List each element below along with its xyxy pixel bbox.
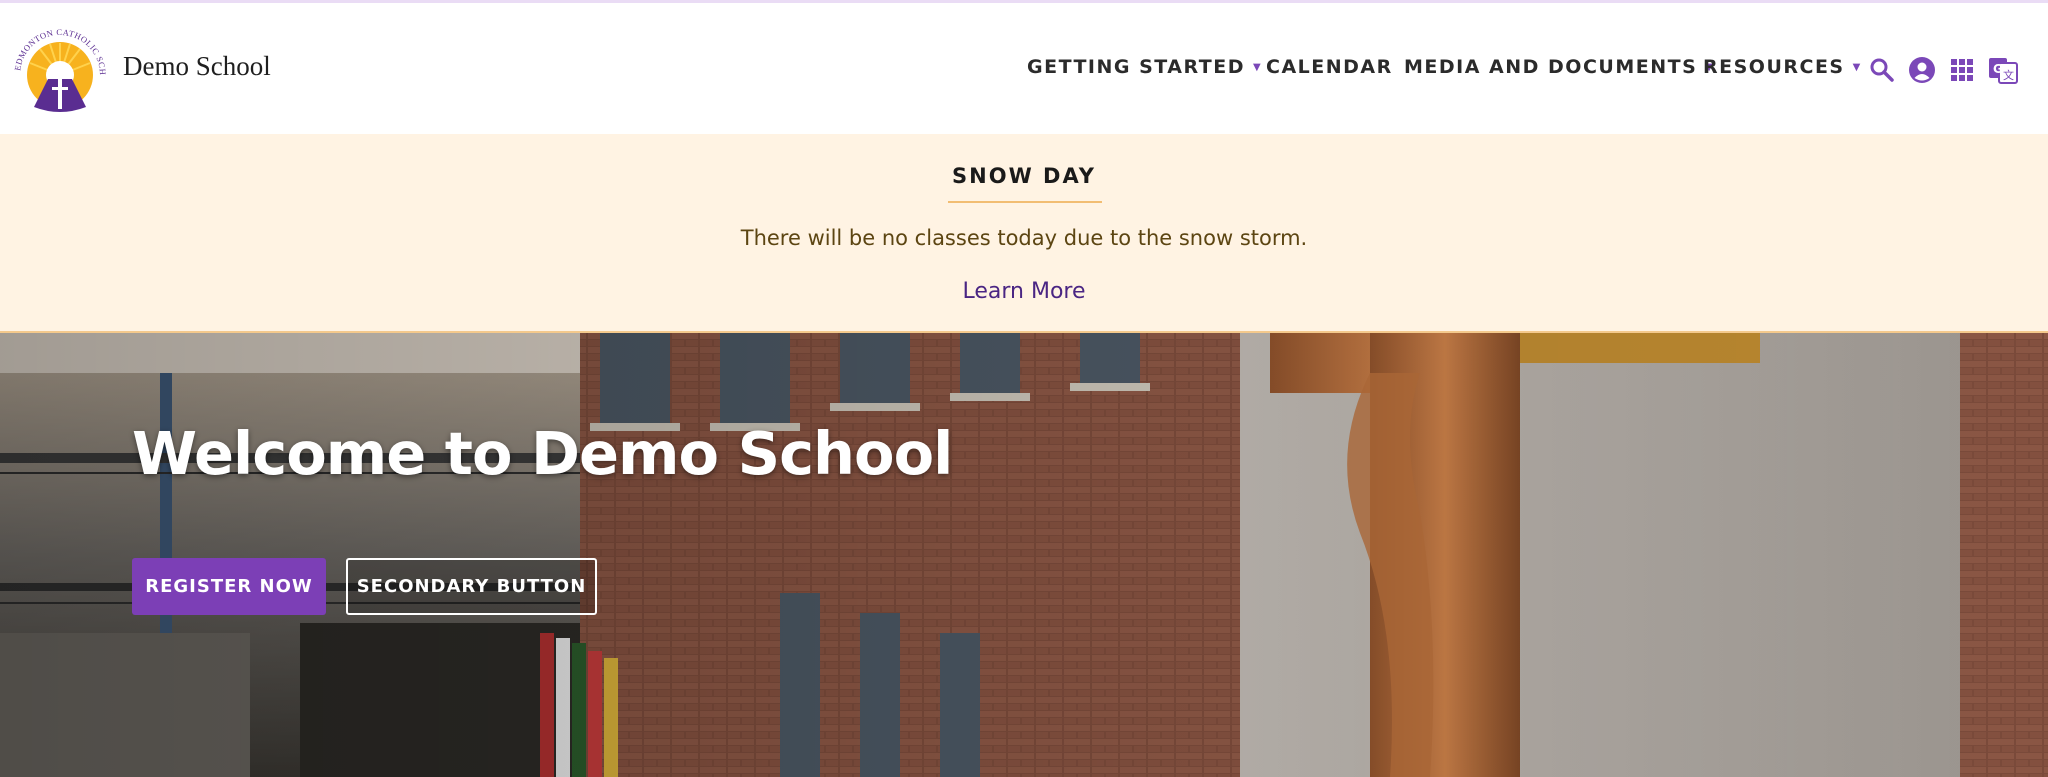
hero-title: Welcome to Demo School (132, 419, 953, 488)
school-logo[interactable]: EDMONTON CATHOLIC SCHOOLS (10, 23, 110, 119)
translate-icon[interactable]: G 文 (1988, 56, 2018, 84)
site-header: EDMONTON CATHOLIC SCHOOLS Demo School GE… (0, 3, 2048, 134)
hero-background-image (0, 333, 2048, 777)
alert-title: SNOW DAY (952, 164, 1096, 188)
school-name[interactable]: Demo School (123, 51, 271, 82)
nav-resources[interactable]: RESOURCES ▼ (1703, 56, 1862, 78)
secondary-button[interactable]: SECONDARY BUTTON (346, 558, 597, 615)
alert-title-underline (948, 201, 1102, 203)
alert-message: There will be no classes today due to th… (740, 226, 1308, 250)
svg-text:G: G (1993, 62, 2003, 76)
nav-calendar-label: CALENDAR (1266, 56, 1393, 78)
search-icon[interactable] (1868, 56, 1896, 84)
caret-down-icon: ▼ (1252, 62, 1263, 73)
caret-down-icon: ▼ (1852, 62, 1862, 73)
apps-grid-icon[interactable] (1948, 56, 1976, 84)
account-icon[interactable] (1908, 56, 1936, 84)
nav-calendar[interactable]: CALENDAR (1266, 56, 1393, 78)
nav-getting-started[interactable]: GETTING STARTED ▼ (1027, 56, 1262, 78)
alert-learn-more-link[interactable]: Learn More (0, 279, 2048, 304)
nav-media-label: MEDIA AND DOCUMENTS (1404, 56, 1698, 78)
register-now-button[interactable]: REGISTER NOW (132, 558, 326, 615)
alert-banner: SNOW DAY There will be no classes today … (0, 134, 2048, 333)
svg-text:文: 文 (2003, 68, 2014, 82)
nav-media-and-documents[interactable]: MEDIA AND DOCUMENTS ▼ (1404, 56, 1714, 78)
nav-getting-started-label: GETTING STARTED (1027, 56, 1245, 78)
hero-section: Welcome to Demo School REGISTER NOW SECO… (0, 333, 2048, 777)
nav-resources-label: RESOURCES (1703, 56, 1845, 78)
